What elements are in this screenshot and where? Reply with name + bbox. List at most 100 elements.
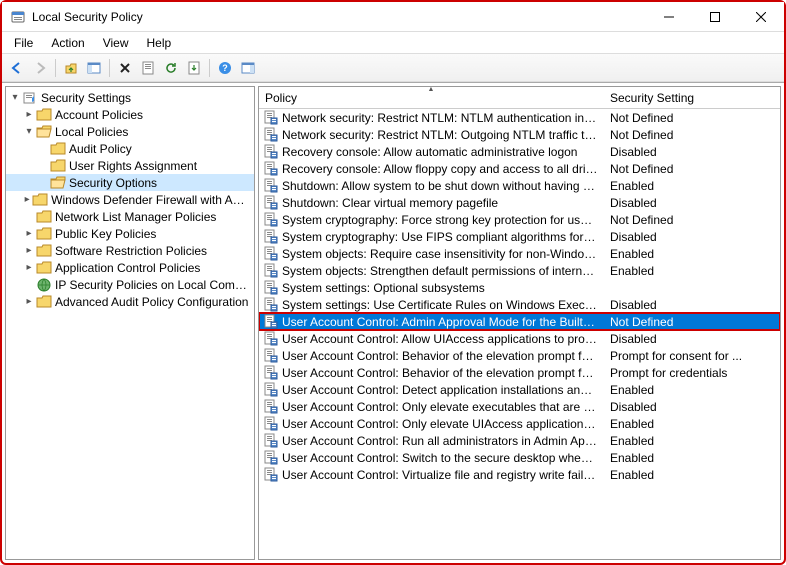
- console-tree-pane: ▾ Security Settings ▸ Account Policies ▾…: [5, 86, 255, 560]
- column-header-policy[interactable]: Policy: [259, 87, 604, 108]
- expand-icon[interactable]: ▸: [22, 228, 36, 239]
- policy-setting: Enabled: [604, 264, 759, 278]
- policy-row[interactable]: User Account Control: Behavior of the el…: [259, 364, 780, 381]
- tree-advanced-audit[interactable]: ▸ Advanced Audit Policy Configuration: [6, 293, 254, 310]
- tree-public-key[interactable]: ▸ Public Key Policies: [6, 225, 254, 242]
- globe-icon: [36, 277, 52, 293]
- policy-row[interactable]: Network security: Restrict NTLM: Outgoin…: [259, 126, 780, 143]
- close-button[interactable]: [738, 2, 784, 32]
- policy-row[interactable]: User Account Control: Behavior of the el…: [259, 347, 780, 364]
- policy-name: System objects: Strengthen default permi…: [282, 264, 604, 278]
- tree-defender-firewall[interactable]: ▸ Windows Defender Firewall with Advance…: [6, 191, 254, 208]
- tree-label: Security Settings: [41, 91, 131, 105]
- policy-setting: Disabled: [604, 145, 759, 159]
- tree-root-security-settings[interactable]: ▾ Security Settings: [6, 89, 254, 106]
- show-hide-action-pane-button[interactable]: [237, 57, 259, 79]
- back-button[interactable]: [6, 57, 28, 79]
- policy-name: User Account Control: Admin Approval Mod…: [282, 315, 604, 329]
- policy-icon: [263, 195, 279, 211]
- policy-row[interactable]: Shutdown: Clear virtual memory pagefileD…: [259, 194, 780, 211]
- tree-account-policies[interactable]: ▸ Account Policies: [6, 106, 254, 123]
- help-button[interactable]: ?: [214, 57, 236, 79]
- menu-view[interactable]: View: [95, 34, 137, 52]
- tree-user-rights[interactable]: User Rights Assignment: [6, 157, 254, 174]
- tree-network-list[interactable]: Network List Manager Policies: [6, 208, 254, 225]
- expand-icon[interactable]: ▸: [22, 109, 36, 120]
- maximize-button[interactable]: [692, 2, 738, 32]
- export-list-button[interactable]: [183, 57, 205, 79]
- policy-row[interactable]: User Account Control: Only elevate execu…: [259, 398, 780, 415]
- policy-icon: [263, 399, 279, 415]
- policy-row[interactable]: User Account Control: Detect application…: [259, 381, 780, 398]
- expand-icon[interactable]: ▸: [22, 245, 36, 256]
- policy-name: System cryptography: Force strong key pr…: [282, 213, 604, 227]
- menu-action[interactable]: Action: [43, 34, 92, 52]
- policy-row[interactable]: User Account Control: Virtualize file an…: [259, 466, 780, 483]
- tree-local-policies[interactable]: ▾ Local Policies: [6, 123, 254, 140]
- delete-button[interactable]: [114, 57, 136, 79]
- forward-button[interactable]: [29, 57, 51, 79]
- policy-icon: [263, 212, 279, 228]
- policy-setting: Not Defined: [604, 213, 759, 227]
- minimize-button[interactable]: [646, 2, 692, 32]
- tree-audit-policy[interactable]: Audit Policy: [6, 140, 254, 157]
- policy-list[interactable]: Network security: Restrict NTLM: NTLM au…: [259, 109, 780, 559]
- policy-row[interactable]: System objects: Require case insensitivi…: [259, 245, 780, 262]
- app-icon: [10, 9, 26, 25]
- column-header-setting[interactable]: Security Setting: [604, 87, 759, 108]
- properties-button[interactable]: [137, 57, 159, 79]
- expand-icon[interactable]: ▸: [22, 296, 36, 307]
- collapse-icon[interactable]: ▾: [22, 126, 36, 137]
- policy-name: Shutdown: Allow system to be shut down w…: [282, 179, 604, 193]
- policy-setting: Disabled: [604, 332, 759, 346]
- policy-row[interactable]: Shutdown: Allow system to be shut down w…: [259, 177, 780, 194]
- folder-icon: [36, 243, 52, 259]
- policy-icon: [263, 382, 279, 398]
- up-button[interactable]: [60, 57, 82, 79]
- policy-icon: [263, 467, 279, 483]
- tree-label: Advanced Audit Policy Configuration: [55, 295, 248, 309]
- expand-icon[interactable]: ▸: [22, 194, 32, 205]
- policy-row[interactable]: System cryptography: Force strong key pr…: [259, 211, 780, 228]
- policy-row[interactable]: Recovery console: Allow automatic admini…: [259, 143, 780, 160]
- toolbar-separator: [109, 59, 110, 77]
- policy-icon: [263, 314, 279, 330]
- tree-label: Windows Defender Firewall with Advanced …: [51, 193, 250, 207]
- policy-name: User Account Control: Detect application…: [282, 383, 604, 397]
- policy-setting: Enabled: [604, 247, 759, 261]
- tree-ip-security[interactable]: IP Security Policies on Local Computer: [6, 276, 254, 293]
- menu-help[interactable]: Help: [139, 34, 180, 52]
- collapse-icon[interactable]: ▾: [8, 92, 22, 103]
- policy-setting: Enabled: [604, 451, 759, 465]
- security-settings-icon: [22, 90, 38, 106]
- refresh-button[interactable]: [160, 57, 182, 79]
- tree-security-options[interactable]: Security Options: [6, 174, 254, 191]
- policy-row[interactable]: System cryptography: Use FIPS compliant …: [259, 228, 780, 245]
- policy-name: System settings: Optional subsystems: [282, 281, 604, 295]
- policy-setting: Not Defined: [604, 128, 759, 142]
- tree-app-control[interactable]: ▸ Application Control Policies: [6, 259, 254, 276]
- column-label: Security Setting: [610, 91, 694, 105]
- policy-row[interactable]: User Account Control: Only elevate UIAcc…: [259, 415, 780, 432]
- policy-row[interactable]: System settings: Optional subsystems: [259, 279, 780, 296]
- policy-row[interactable]: User Account Control: Run all administra…: [259, 432, 780, 449]
- expand-icon[interactable]: ▸: [22, 262, 36, 273]
- tree-software-restriction[interactable]: ▸ Software Restriction Policies: [6, 242, 254, 259]
- menu-file[interactable]: File: [6, 34, 41, 52]
- policy-row[interactable]: System settings: Use Certificate Rules o…: [259, 296, 780, 313]
- policy-row[interactable]: User Account Control: Admin Approval Mod…: [259, 313, 780, 330]
- column-label: Policy: [265, 91, 297, 105]
- policy-setting: Enabled: [604, 179, 759, 193]
- policy-row[interactable]: System objects: Strengthen default permi…: [259, 262, 780, 279]
- policy-row[interactable]: Recovery console: Allow floppy copy and …: [259, 160, 780, 177]
- console-tree[interactable]: ▾ Security Settings ▸ Account Policies ▾…: [6, 87, 254, 312]
- policy-setting: Disabled: [604, 230, 759, 244]
- tree-label: IP Security Policies on Local Computer: [55, 278, 250, 292]
- policy-row[interactable]: User Account Control: Switch to the secu…: [259, 449, 780, 466]
- show-hide-tree-button[interactable]: [83, 57, 105, 79]
- column-headers: Policy Security Setting: [259, 87, 780, 109]
- policy-row[interactable]: User Account Control: Allow UIAccess app…: [259, 330, 780, 347]
- policy-row[interactable]: Network security: Restrict NTLM: NTLM au…: [259, 109, 780, 126]
- folder-icon: [36, 209, 52, 225]
- policy-icon: [263, 127, 279, 143]
